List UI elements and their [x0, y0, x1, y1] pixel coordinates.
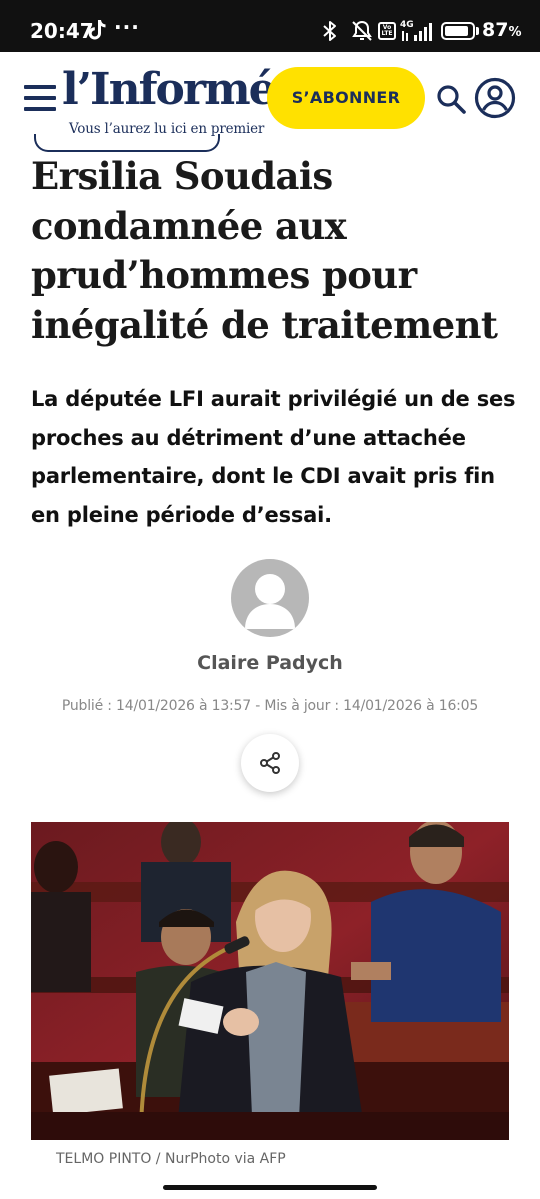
publication-dates: Publié : 14/01/2026 à 13:57 - Mis à jour…: [61, 698, 479, 714]
battery-percent: 87%: [482, 19, 522, 41]
rubric-tag[interactable]: [34, 134, 220, 152]
site-logo[interactable]: l’Informé: [62, 64, 277, 116]
bluetooth-icon: [323, 21, 336, 41]
share-button[interactable]: [241, 734, 299, 792]
photo-credit: TELMO PINTO / NurPhoto via AFP: [56, 1151, 286, 1167]
article-standfirst: La députée LFI aurait privilégié un de s…: [31, 387, 516, 527]
signal-icon: 4G: [400, 20, 432, 41]
status-bar: 20:47 ··· Vo LTE 4G 87%: [0, 0, 540, 52]
battery-icon: [441, 22, 475, 40]
share-icon: [260, 752, 280, 774]
default-avatar-icon[interactable]: [231, 559, 309, 637]
search-icon[interactable]: [435, 83, 467, 115]
author-name[interactable]: Claire Padych: [0, 652, 540, 674]
more-notifications-icon: ···: [114, 15, 140, 39]
network-type-label: 4G: [400, 20, 414, 30]
article-headline: Ersilia Soudais condamnée aux prud’homme…: [31, 154, 498, 347]
article-photo[interactable]: [31, 822, 509, 1140]
account-icon[interactable]: [474, 77, 516, 119]
clock: 20:47: [30, 19, 94, 43]
volte-icon: Vo LTE: [378, 22, 396, 40]
battery-tip: [476, 27, 479, 35]
mute-icon: [352, 20, 372, 41]
tiktok-notification-icon: [88, 20, 106, 40]
subscribe-button[interactable]: S’ABONNER: [267, 67, 425, 129]
site-header: l’Informé Vous l’aurez lu ici en premier…: [0, 52, 540, 144]
menu-icon[interactable]: [24, 85, 56, 111]
gesture-bar[interactable]: [163, 1185, 377, 1190]
battery-level: [445, 26, 468, 36]
